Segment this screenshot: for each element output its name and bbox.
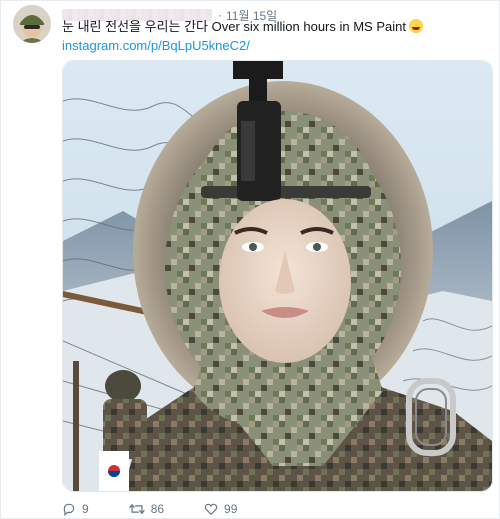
reply-action[interactable]: 9 <box>62 502 89 516</box>
avatar-image <box>13 5 51 43</box>
like-count: 99 <box>224 502 238 516</box>
tweet-card[interactable]: · 11월 15일 눈 내린 전선을 우리는 간다 Over six milli… <box>0 0 500 519</box>
tweet-photo[interactable] <box>62 60 493 492</box>
soldier-photo <box>63 61 492 491</box>
face-with-tears-of-joy-icon <box>408 19 423 33</box>
retweet-count: 86 <box>150 502 165 516</box>
heart-icon <box>204 503 218 516</box>
reply-icon <box>63 503 75 516</box>
reply-count: 9 <box>82 502 89 516</box>
like-action[interactable]: 99 <box>204 502 237 516</box>
tweet-link[interactable]: instagram.com/p/BqLpU5kneC2/ <box>62 38 250 53</box>
tweet-body-text: 눈 내린 전선을 우리는 간다 Over six million hours i… <box>62 19 406 34</box>
tweet-actions: 9 86 99 <box>62 499 277 519</box>
retweet-action[interactable]: 86 <box>128 502 165 516</box>
tweet-text: 눈 내린 전선을 우리는 간다 Over six million hours i… <box>62 17 492 55</box>
retweet-icon <box>128 503 145 515</box>
user-avatar[interactable] <box>13 5 51 43</box>
